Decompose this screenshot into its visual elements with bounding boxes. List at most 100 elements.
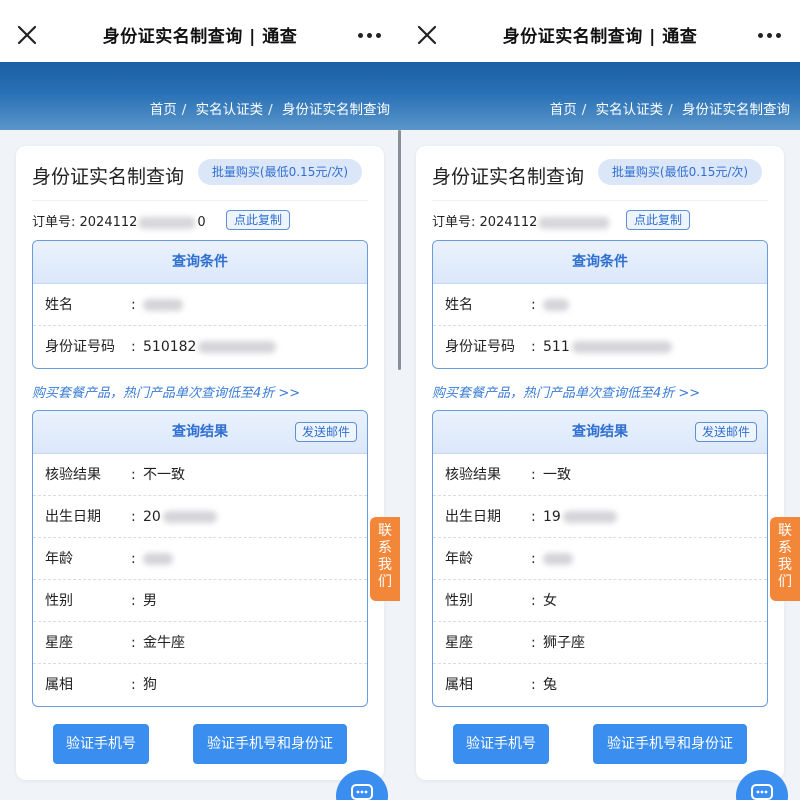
contact-char: 联: [778, 523, 792, 539]
query-conditions-header: 查询条件: [433, 241, 767, 284]
query-card: 身份证实名制查询 批量购买(最低0.15元/次) 订单号: 2024112 点此…: [416, 146, 784, 780]
result-header-label: 查询结果: [172, 424, 228, 440]
result-row: 核验结果: 不一致: [33, 454, 367, 496]
order-number: 订单号: 2024112 0: [32, 211, 206, 230]
send-email-button[interactable]: 发送邮件: [694, 422, 757, 442]
query-card: 身份证实名制查询 批量购买(最低0.15元/次) 订单号: 2024112 0 点…: [16, 146, 384, 780]
query-result-box: 查询结果 发送邮件 核验结果: 不一致 出生日期:20 年龄: 性别: 男 星座: 金…: [32, 410, 368, 707]
row-value: 20: [143, 509, 161, 525]
breadcrumb: 首页 / 实名认证类 / 身份证实名制查询: [549, 102, 790, 118]
row-value: 狮子座: [543, 635, 585, 651]
divider: [32, 200, 368, 201]
row-value: 不一致: [143, 467, 185, 483]
redacted-value: [143, 299, 183, 311]
breadcrumb-current: 身份证实名制查询: [682, 102, 790, 118]
promo-link[interactable]: 购买套餐产品，热门产品单次查询低至4折 >>: [32, 382, 300, 401]
verify-phone-id-button[interactable]: 验证手机号和身份证: [593, 724, 747, 764]
result-header-label: 查询结果: [572, 424, 628, 440]
breadcrumb-home[interactable]: 首页: [550, 102, 577, 118]
contact-char: 们: [778, 574, 792, 590]
close-icon[interactable]: [416, 24, 438, 46]
row-label: 年龄: [445, 551, 473, 567]
result-row: 属相: 兔: [433, 664, 767, 706]
contact-us-tab[interactable]: 联 系 我 们: [770, 517, 800, 601]
row-label: 星座: [445, 635, 473, 651]
breadcrumb-category[interactable]: 实名认证类: [196, 102, 264, 118]
contact-char: 我: [778, 557, 792, 573]
query-row-name: 姓名:: [433, 284, 767, 326]
nav-bar: 身份证实名制查询 | 通查: [400, 0, 800, 62]
row-value: 一致: [543, 467, 571, 483]
bulk-buy-button[interactable]: 批量购买(最低0.15元/次): [598, 159, 762, 185]
nav-bar: 身份证实名制查询 | 通查: [0, 0, 400, 62]
left-phone-screen: 身份证实名制查询 | 通查 首页 / 实名认证类 / 身份证实名制查询 身份证实名制…: [0, 0, 400, 800]
redacted-value: [543, 299, 569, 311]
row-label: 性别: [45, 593, 73, 609]
redacted-order: [139, 216, 196, 229]
row-value: 兔: [543, 677, 557, 693]
result-row: 性别: 男: [33, 580, 367, 622]
query-conditions-box: 查询条件 姓名: 身份证号码:511: [432, 240, 768, 369]
copy-button[interactable]: 点此复制: [226, 210, 290, 230]
result-row: 出生日期:20: [33, 496, 367, 538]
row-value: 狗: [143, 677, 157, 693]
result-row: 出生日期:19: [433, 496, 767, 538]
query-conditions-header: 查询条件: [33, 241, 367, 284]
verify-phone-button[interactable]: 验证手机号: [453, 724, 549, 764]
header-banner: 首页 / 实名认证类 / 身份证实名制查询: [0, 62, 400, 130]
bulk-buy-button[interactable]: 批量购买(最低0.15元/次): [198, 159, 362, 185]
result-row: 核验结果: 一致: [433, 454, 767, 496]
more-icon[interactable]: [358, 33, 382, 39]
chat-icon: [351, 784, 373, 800]
row-value: 女: [543, 593, 557, 609]
order-number-prefix: 订单号: 2024112: [32, 215, 138, 230]
scrollbar[interactable]: [398, 130, 401, 370]
row-value: 19: [543, 509, 561, 525]
result-row: 年龄:: [433, 538, 767, 580]
breadcrumb-category[interactable]: 实名认证类: [596, 102, 664, 118]
query-conditions-box: 查询条件 姓名: 身份证号码:510182: [32, 240, 368, 369]
promo-link[interactable]: 购买套餐产品，热门产品单次查询低至4折 >>: [432, 382, 700, 401]
contact-char: 们: [378, 574, 392, 590]
breadcrumb-home[interactable]: 首页: [150, 102, 177, 118]
query-row-id: 身份证号码:511: [433, 326, 767, 368]
redacted-value: [198, 341, 277, 353]
order-number: 订单号: 2024112: [432, 211, 611, 230]
row-label: 年龄: [45, 551, 73, 567]
breadcrumb-current: 身份证实名制查询: [282, 102, 390, 118]
more-icon[interactable]: [758, 33, 782, 39]
row-label: 出生日期: [445, 509, 501, 525]
verify-phone-button[interactable]: 验证手机号: [53, 724, 149, 764]
order-number-prefix: 订单号: 2024112: [432, 215, 538, 230]
verify-phone-id-button[interactable]: 验证手机号和身份证: [193, 724, 347, 764]
breadcrumb: 首页 / 实名认证类 / 身份证实名制查询: [149, 102, 390, 118]
redacted-value: [143, 553, 173, 565]
row-label: 出生日期: [45, 509, 101, 525]
row-label: 星座: [45, 635, 73, 651]
result-row: 性别: 女: [433, 580, 767, 622]
redacted-value: [562, 511, 617, 523]
query-result-header: 查询结果 发送邮件: [33, 411, 367, 454]
copy-button[interactable]: 点此复制: [626, 210, 690, 230]
order-number-suffix: 0: [197, 215, 206, 230]
card-title: 身份证实名制查询: [432, 166, 585, 188]
close-icon[interactable]: [16, 24, 38, 46]
comparison-screenshot: 身份证实名制查询 | 通查 首页 / 实名认证类 / 身份证实名制查询 身份证实名制…: [0, 0, 800, 800]
result-row: 星座: 狮子座: [433, 622, 767, 664]
nav-title: 身份证实名制查询 | 通查: [102, 27, 298, 47]
redacted-value: [543, 553, 573, 565]
query-result-header: 查询结果 发送邮件: [433, 411, 767, 454]
contact-us-tab[interactable]: 联 系 我 们: [370, 517, 400, 601]
card-title: 身份证实名制查询: [32, 166, 185, 188]
redacted-value: [571, 341, 672, 353]
send-email-button[interactable]: 发送邮件: [294, 422, 357, 442]
row-value: 金牛座: [143, 635, 185, 651]
divider: [432, 200, 768, 201]
row-value: 510182: [143, 339, 197, 355]
row-label: 核验结果: [445, 467, 501, 483]
redacted-value: [162, 511, 217, 523]
contact-char: 系: [378, 540, 392, 556]
row-label: 姓名: [445, 297, 473, 313]
row-label: 属相: [445, 677, 473, 693]
result-row: 星座: 金牛座: [33, 622, 367, 664]
